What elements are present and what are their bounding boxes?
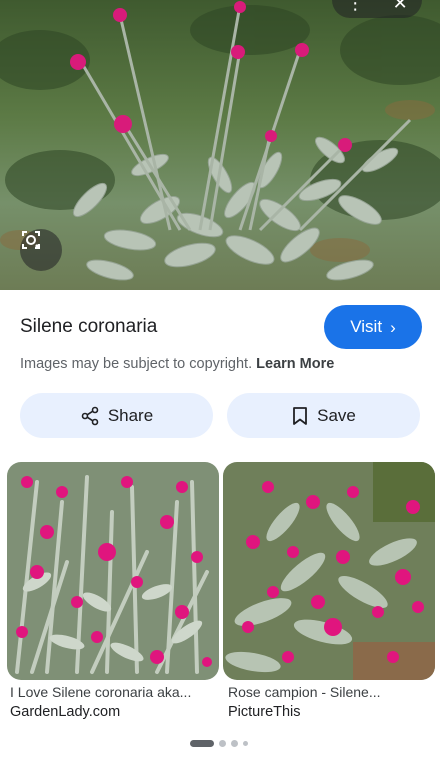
pager-dot-1	[190, 740, 214, 747]
more-icon[interactable]: ⋮	[346, 0, 364, 12]
close-icon[interactable]: ✕	[393, 0, 408, 12]
pager-dot-3	[231, 740, 238, 747]
save-button[interactable]: Save	[227, 393, 420, 438]
related-2-caption[interactable]: Rose campion - Silene...	[228, 684, 433, 700]
lens-icon	[22, 231, 40, 249]
save-label: Save	[317, 405, 356, 425]
related-1-source: GardenLady.com	[10, 704, 121, 720]
copyright-text: Images may be subject to copyright.	[20, 356, 253, 372]
related-1-caption[interactable]: I Love Silene coronaria aka...	[10, 684, 215, 700]
share-icon	[81, 406, 99, 425]
pager-dot-4	[243, 741, 248, 746]
related-image-2[interactable]	[223, 462, 435, 680]
visit-button[interactable]: Visit ›	[324, 305, 422, 349]
pager-dot-2	[219, 740, 226, 747]
bookmark-icon	[293, 406, 308, 425]
result-title: Silene coronaria	[20, 316, 158, 337]
image-top-controls: ⋮ ✕	[332, 0, 422, 18]
carousel-pager	[190, 740, 248, 747]
share-label: Share	[107, 405, 154, 425]
related-image-1-picture	[7, 462, 219, 680]
chevron-right-icon: ›	[390, 317, 396, 337]
visit-label: Visit	[350, 317, 383, 336]
learn-more-link[interactable]: Learn More	[256, 356, 334, 372]
share-button[interactable]: Share	[20, 393, 213, 438]
copyright-notice: Images may be subject to copyright. Lear…	[20, 356, 334, 372]
hero-plant-illustration	[0, 1, 440, 281]
related-image-1[interactable]	[7, 462, 219, 680]
lens-button[interactable]	[20, 229, 62, 271]
hero-image[interactable]: ⋮ ✕	[0, 0, 440, 290]
related-image-2-picture	[223, 462, 435, 680]
related-2-source: PictureThis	[228, 704, 301, 720]
